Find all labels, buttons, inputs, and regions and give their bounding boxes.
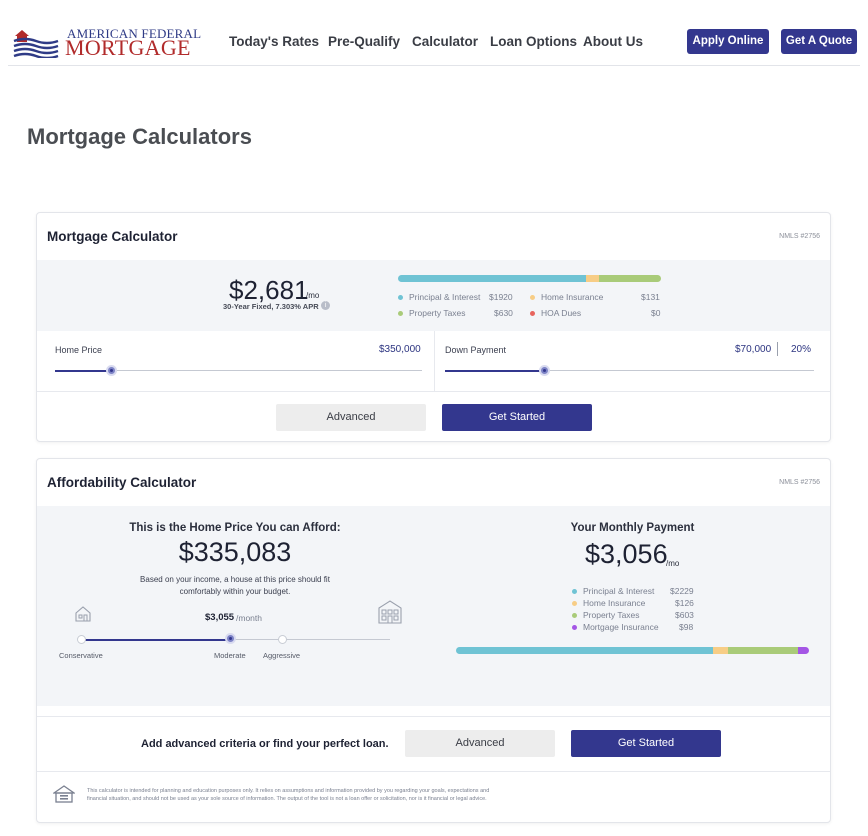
- mortgage-calculator-title: Mortgage Calculator: [47, 229, 178, 244]
- afford-bar-home-insurance: [713, 647, 729, 654]
- nav-pre-qualify[interactable]: Pre-Qualify: [328, 34, 400, 52]
- slider-divider: [434, 331, 435, 391]
- legend-principal-interest-value: $1920: [489, 292, 513, 302]
- legend-property-taxes: Property Taxes: [398, 308, 466, 318]
- monthly-budget-amount: $3,055: [205, 612, 235, 623]
- bar-home-insurance: [586, 275, 600, 282]
- logo-text-bottom: MORTGAGE: [65, 35, 191, 60]
- legend-dot: [530, 295, 535, 301]
- nav-calculator[interactable]: Calculator: [412, 34, 478, 52]
- afford-legend-home-insurance-value: $126: [675, 598, 694, 608]
- disclaimer-line-2: financial situation, and should not be u…: [87, 796, 487, 802]
- afford-heading: This is the Home Price You can Afford:: [129, 522, 341, 534]
- home-price-slider-fill: [55, 369, 112, 372]
- legend-hoa-dues: HOA Dues: [530, 308, 581, 318]
- afford-note-line-1: Based on your income, a house at this pr…: [140, 575, 330, 584]
- mortgage-buttons-divider: [37, 391, 830, 392]
- mortgage-rate-note: 30-Year Fixed, 7.303% APR: [223, 302, 319, 311]
- affordability-band: This is the Home Price You can Afford: $…: [37, 506, 830, 706]
- small-house-icon: [75, 606, 91, 622]
- affordability-nmls: NMLS #2756: [779, 479, 820, 486]
- nav-todays-rates[interactable]: Today's Rates: [229, 34, 319, 52]
- down-payment-slider-fill: [445, 369, 545, 372]
- afford-legend-property-taxes: Property Taxes: [572, 610, 640, 620]
- home-price-label: Home Price: [55, 345, 103, 355]
- stop-aggressive[interactable]: [278, 635, 287, 644]
- afford-legend-mortgage-insurance-value: $98: [679, 622, 694, 632]
- legend-home-insurance-value: $131: [641, 292, 660, 302]
- home-price-value: $350,000: [379, 344, 421, 355]
- mortgage-summary-band: $2,681 /mo 30-Year Fixed, 7.303% APR i P…: [37, 260, 830, 331]
- stop-label-conservative: Conservative: [59, 651, 103, 660]
- legend-dot: [572, 601, 577, 607]
- bar-principal-interest: [398, 275, 587, 282]
- home-price-slider-thumb[interactable]: [106, 365, 118, 376]
- mortgage-nmls: NMLS #2756: [779, 233, 820, 240]
- site-logo[interactable]: AMERICAN FEDERAL MORTGAGE: [13, 26, 201, 60]
- nav-loan-options[interactable]: Loan Options: [490, 34, 577, 52]
- legend-dot: [572, 613, 577, 619]
- legend-property-taxes-value: $630: [494, 308, 513, 318]
- afford-legend-principal-interest: Principal & Interest: [572, 586, 654, 596]
- monthly-payment-per: /mo: [666, 559, 680, 568]
- mortgage-advanced-button[interactable]: Advanced: [276, 404, 426, 431]
- down-payment-value: $70,000: [735, 344, 772, 355]
- info-icon[interactable]: i: [321, 301, 330, 310]
- get-a-quote-button[interactable]: Get A Quote: [781, 29, 857, 54]
- nav-about-us[interactable]: About Us: [583, 34, 643, 52]
- afford-price: $335,083: [178, 537, 292, 567]
- equal-housing-icon: [53, 785, 75, 803]
- site-header: AMERICAN FEDERAL MORTGAGE Today's Rates …: [8, 0, 860, 66]
- legend-dot: [398, 311, 403, 317]
- mortgage-get-started-button[interactable]: Get Started: [442, 404, 592, 431]
- legend-dot: [572, 589, 577, 595]
- mortgage-payment-per: /mo: [306, 291, 320, 300]
- disclaimer-line-1: This calculator is intended for planning…: [87, 788, 490, 794]
- affordability-slider-fill: [81, 638, 231, 641]
- afford-legend-property-taxes-value: $603: [675, 610, 694, 620]
- down-payment-label: Down Payment: [445, 345, 507, 355]
- legend-dot: [398, 295, 403, 301]
- down-payment-separator: [777, 342, 778, 356]
- mortgage-breakdown-bar: [398, 275, 661, 282]
- afford-legend-home-insurance: Home Insurance: [572, 598, 645, 608]
- down-payment-slider[interactable]: [445, 365, 814, 376]
- stop-label-moderate: Moderate: [214, 651, 246, 660]
- down-payment-percent[interactable]: 20%: [791, 344, 811, 355]
- apply-online-button[interactable]: Apply Online: [687, 29, 769, 54]
- large-house-icon: [378, 600, 402, 624]
- page-title: Mortgage Calculators: [27, 124, 252, 149]
- afford-note-line-2: comfortably within your budget.: [179, 587, 291, 596]
- afford-bar-principal-interest: [456, 647, 714, 654]
- legend-principal-interest: Principal & Interest: [398, 292, 480, 302]
- affordability-advanced-button[interactable]: Advanced: [405, 730, 555, 757]
- affordability-calculator-card: Affordability Calculator NMLS #2756 This…: [36, 458, 831, 823]
- afford-bar-mortgage-insurance: [797, 647, 809, 654]
- stop-moderate-selected[interactable]: [225, 633, 236, 644]
- affordability-breakdown-bar: [456, 647, 809, 654]
- bar-property-taxes: [599, 275, 661, 282]
- disclaimer-divider: [37, 771, 830, 772]
- legend-dot: [572, 625, 577, 631]
- legend-dot: [530, 311, 535, 317]
- afford-bar-property-taxes: [728, 647, 798, 654]
- down-payment-slider-thumb[interactable]: [539, 365, 551, 376]
- monthly-payment-heading: Your Monthly Payment: [570, 522, 695, 534]
- affordability-get-started-button[interactable]: Get Started: [571, 730, 721, 757]
- afford-legend-mortgage-insurance: Mortgage Insurance: [572, 622, 659, 632]
- affordability-cta-text: Add advanced criteria or find your perfe…: [141, 738, 389, 750]
- mortgage-calculator-card: Mortgage Calculator NMLS #2756 $2,681 /m…: [36, 212, 831, 442]
- monthly-budget-unit: /month: [236, 613, 262, 623]
- stop-label-aggressive: Aggressive: [263, 651, 301, 660]
- legend-home-insurance: Home Insurance: [530, 292, 603, 302]
- affordability-calculator-title: Affordability Calculator: [47, 475, 197, 490]
- legend-hoa-dues-value: $0: [651, 308, 661, 318]
- home-price-slider[interactable]: [55, 365, 422, 376]
- flag-logo-icon: [13, 30, 59, 58]
- stop-conservative[interactable]: [77, 635, 86, 644]
- monthly-payment-amount: $3,056: [585, 539, 668, 569]
- affordability-cta-divider: [37, 716, 830, 717]
- afford-legend-principal-interest-value: $2229: [670, 586, 694, 596]
